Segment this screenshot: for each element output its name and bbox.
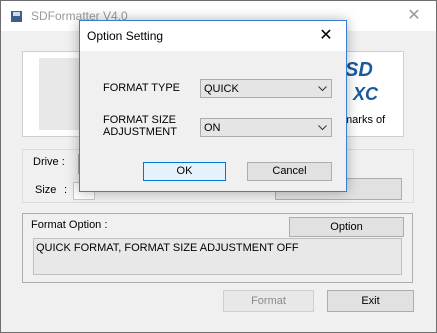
cancel-button[interactable]: Cancel xyxy=(247,162,332,181)
format-option-label: Format Option : xyxy=(31,219,108,231)
size-colon: : xyxy=(64,184,68,196)
format-type-value: QUICK xyxy=(204,83,239,95)
dialog-title: Option Setting xyxy=(87,29,164,43)
chevron-down-icon xyxy=(318,125,327,131)
format-option-summary: QUICK FORMAT, FORMAT SIZE ADJUSTMENT OFF xyxy=(33,238,402,275)
option-button[interactable]: Option xyxy=(289,217,404,237)
main-close-icon[interactable]: ✕ xyxy=(392,1,436,31)
sd-logo-text: SD xyxy=(345,59,373,81)
dialog-titlebar: Option Setting ✕ xyxy=(80,21,346,51)
app-icon xyxy=(11,11,22,22)
xc-logo-text: XC xyxy=(353,84,379,104)
format-option-group: Format Option : Option QUICK FORMAT, FOR… xyxy=(22,213,413,283)
trademark-text: marks of xyxy=(343,114,386,126)
dialog-close-icon[interactable]: ✕ xyxy=(313,24,339,48)
format-button[interactable]: Format xyxy=(223,290,314,312)
size-label: Size xyxy=(35,184,57,196)
format-type-select[interactable]: QUICK xyxy=(200,79,332,98)
exit-button[interactable]: Exit xyxy=(327,290,414,312)
ok-button-label: OK xyxy=(176,165,193,177)
format-size-select[interactable]: ON xyxy=(200,118,332,137)
drive-label: Drive : xyxy=(33,156,65,168)
ok-button[interactable]: OK xyxy=(143,162,226,181)
format-size-label-line2: ADJUSTMENT xyxy=(103,126,177,138)
format-size-label-line1: FORMAT SIZE xyxy=(103,114,176,126)
option-setting-dialog: Option Setting ✕ FORMAT TYPE QUICK FORMA… xyxy=(79,20,347,192)
format-size-value: ON xyxy=(204,122,221,134)
chevron-down-icon xyxy=(318,86,327,92)
format-type-label: FORMAT TYPE xyxy=(103,82,181,94)
